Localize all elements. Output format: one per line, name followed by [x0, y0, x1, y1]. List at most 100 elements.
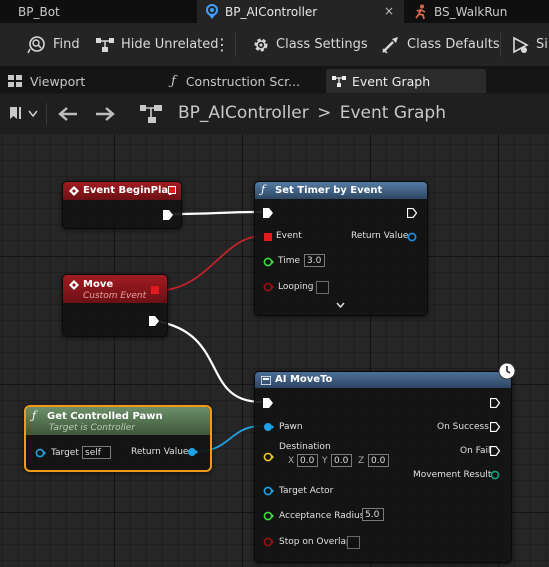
hide-unrelated-label: Hide Unrelated [121, 37, 219, 52]
pin-label-time: Time [278, 256, 301, 266]
chevron-down-icon[interactable] [28, 110, 38, 118]
exec-output-pin[interactable] [149, 316, 159, 326]
node-title: Move [83, 279, 114, 290]
destination-y-field[interactable]: 0.0 [331, 454, 352, 467]
get-controlled-pawn-node[interactable]: ƒ Get Controlled Pawn Target is Controll… [24, 405, 212, 472]
looping-checkbox[interactable] [316, 281, 329, 294]
object-output-pin[interactable] [187, 447, 199, 457]
class-settings-button[interactable]: Class Settings [252, 23, 368, 66]
hide-unrelated-button[interactable]: Hide Unrelated [95, 23, 219, 66]
back-arrow-icon[interactable] [58, 106, 78, 122]
exec-output-pin[interactable] [490, 398, 500, 408]
simulate-icon [513, 36, 529, 53]
node-subtitle: Target is Controller [49, 423, 135, 433]
event-diamond-icon [69, 280, 79, 290]
class-settings-label: Class Settings [276, 37, 368, 52]
ai-moveto-node[interactable]: AI MoveTo Pawn On Success Destination On… [254, 371, 512, 563]
z-axis-label: Z [358, 456, 365, 466]
node-subtitle: Custom Event [83, 291, 147, 301]
toolbar-divider [500, 33, 501, 57]
pin-label-target: Target [51, 448, 79, 458]
exec-wire-beginplay-settimer [170, 210, 263, 216]
exec-input-pin[interactable] [263, 398, 273, 408]
function-icon: ƒ [171, 73, 176, 89]
event-graph-icon [332, 76, 346, 87]
delegate-output-pin[interactable] [151, 286, 159, 294]
object-input-pin[interactable] [263, 486, 275, 496]
nav-divider [46, 103, 47, 125]
destination-z-field[interactable]: 0.0 [368, 454, 389, 467]
tab-label: Construction Scr... [185, 73, 301, 89]
running-person-icon [415, 4, 426, 19]
node-title: Get Controlled Pawn [47, 411, 163, 422]
object-input-pin[interactable] [35, 448, 47, 458]
class-defaults-button[interactable]: Class Defaults [381, 23, 500, 66]
close-tab-icon[interactable]: × [384, 4, 394, 18]
pin-label-acceptance-radius: Acceptance Radius [279, 511, 365, 521]
exec-on-fail-pin[interactable] [490, 446, 500, 456]
event-diamond-icon [69, 186, 79, 196]
simulation-button[interactable]: Sin [512, 23, 549, 66]
pin-label-return-value: Return Value [131, 447, 189, 457]
node-title: Event BeginPlay [83, 185, 175, 196]
exec-output-pin[interactable] [407, 208, 417, 218]
find-button[interactable]: Find [27, 23, 80, 66]
destination-x-field[interactable]: 0.0 [297, 454, 318, 467]
tab-bp-bot[interactable]: BP_Bot [0, 0, 196, 23]
exec-on-success-pin[interactable] [490, 422, 500, 432]
tab-label: BS_WalkRun [434, 4, 508, 19]
event-delegate-pin[interactable] [264, 233, 272, 241]
pin-label-on-success: On Success [437, 422, 489, 432]
bookmark-icon[interactable] [9, 106, 23, 122]
pin-label-event: Event [276, 231, 302, 241]
pin-label-return-value: Return Value [351, 231, 409, 241]
event-beginplay-node[interactable]: Event BeginPlay [62, 181, 182, 229]
object-input-pin[interactable] [263, 422, 275, 432]
tab-construction-script[interactable]: ƒ Construction Scr... [162, 69, 324, 93]
bool-input-pin[interactable] [263, 537, 275, 547]
toolbar-divider [235, 33, 236, 57]
tab-event-graph[interactable]: Event Graph [326, 69, 486, 93]
graph-navigation-bar: BP_AIController > Event Graph [0, 94, 549, 134]
breadcrumb-blueprint[interactable]: BP_AIController [178, 103, 309, 123]
document-tab-bar: BP_Bot BP_AIController × BS_WalkRun [0, 0, 549, 23]
async-node-icon [261, 376, 271, 385]
vector-input-pin[interactable] [263, 452, 275, 462]
exec-output-pin[interactable] [163, 210, 173, 220]
delegate-wire-move-settimer [165, 235, 263, 291]
tab-label: BP_Bot [18, 4, 60, 19]
stop-on-overlap-checkbox[interactable] [347, 536, 360, 549]
more-options-icon[interactable]: ⋮ [214, 23, 230, 66]
tab-bp-aicontroller[interactable]: BP_AIController × [197, 0, 404, 23]
time-value-field[interactable]: 3.0 [304, 254, 325, 267]
event-graph-canvas[interactable]: Event BeginPlay Move Custom Event ƒ Set … [0, 134, 549, 567]
float-input-pin[interactable] [263, 511, 275, 521]
struct-output-pin[interactable] [407, 232, 417, 242]
y-axis-label: Y [322, 456, 328, 466]
float-input-pin[interactable] [263, 257, 275, 267]
target-self-field[interactable]: self [82, 446, 111, 459]
pin-label-movement-result: Movement Result [413, 470, 492, 480]
blueprint-toolbar: Find Hide Unrelated ⋮ Class Settings Cla… [0, 23, 549, 67]
acceptance-radius-field[interactable]: 5.0 [362, 508, 384, 521]
expand-chevron-icon[interactable] [336, 302, 345, 308]
tab-viewport[interactable]: Viewport [0, 69, 160, 93]
function-icon: ƒ [261, 183, 266, 196]
bool-input-pin[interactable] [263, 282, 275, 292]
delegate-output-pin[interactable] [168, 186, 176, 194]
gear-icon [254, 38, 268, 51]
tab-label: Viewport [30, 73, 86, 89]
tab-bs-walkrun[interactable]: BS_WalkRun [405, 0, 549, 23]
pin-label-looping: Looping [278, 282, 314, 292]
hide-unrelated-icon [96, 37, 114, 52]
exec-input-pin[interactable] [263, 208, 273, 218]
node-title: AI MoveTo [275, 374, 333, 385]
editor-panel-tabs: Viewport ƒ Construction Scr... Event Gra… [0, 67, 549, 93]
set-timer-by-event-node[interactable]: ƒ Set Timer by Event Event Return Value … [254, 181, 428, 316]
find-icon [27, 35, 45, 53]
move-custom-event-node[interactable]: Move Custom Event [62, 274, 168, 337]
enum-output-pin[interactable] [490, 470, 500, 480]
forward-arrow-icon[interactable] [95, 106, 115, 122]
breadcrumb-graph[interactable]: Event Graph [340, 103, 446, 123]
tab-label: Event Graph [352, 73, 431, 89]
